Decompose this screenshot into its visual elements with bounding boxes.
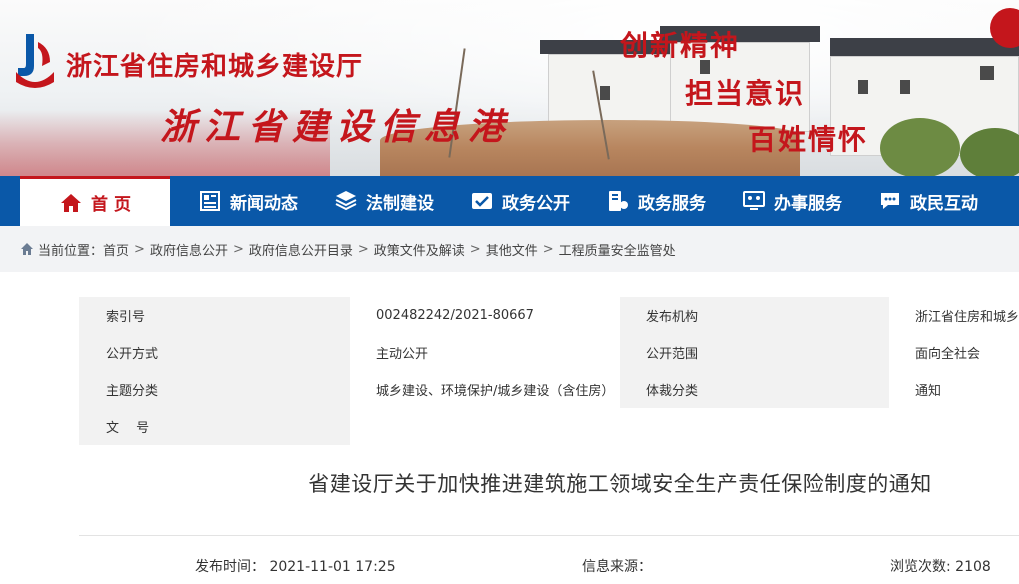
- slogan-innovation: 创新精神: [620, 29, 741, 62]
- nav-item-gov-open[interactable]: 政务公开: [442, 176, 578, 226]
- meta-row: 索引号 002482242/2021-80667 发布机构 浙江省住房和城乡建设…: [79, 297, 1019, 334]
- nav-item-gov-service[interactable]: 政务服务: [578, 176, 714, 226]
- home-icon: [61, 193, 82, 212]
- nav-law-label: 法制建设: [366, 193, 434, 214]
- interaction-icon: [881, 193, 899, 209]
- views-count: 2108: [955, 559, 991, 575]
- slogan-responsibility: 担当意识: [685, 77, 806, 110]
- gov-service-icon: [609, 191, 628, 211]
- breadcrumb-link-quality-dept[interactable]: 工程质量安全监管处: [559, 240, 676, 259]
- org-name: 浙江省住房和城乡建设厅: [66, 52, 364, 82]
- breadcrumb-prefix: 当前位置：: [38, 243, 104, 259]
- office-service-icon: [743, 191, 765, 210]
- breadcrumb-link-gov-info[interactable]: 政府信息公开: [150, 240, 228, 259]
- views-label: 浏览次数:: [890, 559, 951, 575]
- breadcrumb-link-other-docs[interactable]: 其他文件: [486, 240, 538, 259]
- nav-gov-open-label: 政务公开: [502, 193, 570, 214]
- nav-item-office-service[interactable]: 办事服务: [714, 176, 850, 226]
- meta-label-index: 索引号: [79, 297, 350, 334]
- nav-office-service-label: 办事服务: [774, 193, 842, 214]
- meta-value-genre: 通知: [889, 371, 1019, 408]
- meta-value-publisher: 浙江省住房和城乡建设厅: [889, 297, 1019, 334]
- breadcrumb-link-home[interactable]: 首页: [103, 240, 129, 259]
- breadcrumb-link-gov-catalog[interactable]: 政府信息公开目录: [249, 240, 353, 259]
- meta-row: 文 号: [79, 408, 1019, 445]
- meta-row: 公开方式 主动公开 公开范围 面向全社会: [79, 334, 1019, 371]
- nav-item-interaction[interactable]: 政民互动: [850, 176, 986, 226]
- nav-news-label: 新闻动态: [230, 193, 298, 214]
- breadcrumb-home-icon: [21, 243, 33, 255]
- publish-label: 发布时间：: [195, 559, 265, 575]
- meta-label-genre: 体裁分类: [620, 371, 889, 408]
- meta-label-disclosure-mode: 公开方式: [79, 334, 350, 371]
- meta-value-topic: 城乡建设、环境保护/城乡建设（含住房）: [350, 371, 620, 408]
- nav-home-label: 首 页: [91, 195, 131, 215]
- meta-value-doc-number: [350, 408, 1019, 445]
- article-title: 省建设厅关于加快推进建筑施工领域安全生产责任保险制度的通知: [308, 472, 932, 496]
- slogan-people: 百姓情怀: [748, 123, 869, 156]
- meta-value-disclosure-scope: 面向全社会: [889, 334, 1019, 371]
- breadcrumb-separator: >: [357, 241, 369, 257]
- nav-interaction-label: 政民互动: [910, 193, 978, 214]
- source-info: 信息来源：: [582, 556, 652, 576]
- meta-row: 主题分类 城乡建设、环境保护/城乡建设（含住房） 体裁分类 通知: [79, 371, 1019, 408]
- portal-name: 浙江省建设信息港: [160, 106, 513, 148]
- meta-label-doc-number: 文 号: [79, 408, 350, 445]
- publish-info: 发布时间： 2021-11-01 17:25: [195, 556, 396, 576]
- meta-value-index: 002482242/2021-80667: [350, 297, 620, 334]
- nav-item-home[interactable]: 首 页: [20, 176, 170, 226]
- title-divider: [79, 535, 1019, 536]
- news-icon: [200, 191, 220, 211]
- meta-label-topic: 主题分类: [79, 371, 350, 408]
- meta-value-disclosure-mode: 主动公开: [350, 334, 620, 371]
- header-banner: 浙江省住房和城乡建设厅 浙江省建设信息港 创新精神 担当意识 百姓情怀: [0, 0, 1019, 176]
- breadcrumb-link-policy[interactable]: 政策文件及解读: [374, 240, 465, 259]
- source-label: 信息来源：: [582, 559, 652, 575]
- gov-open-icon: [472, 193, 492, 209]
- site-logo[interactable]: [14, 32, 56, 88]
- breadcrumb-separator: >: [134, 241, 145, 257]
- meta-label-publisher: 发布机构: [620, 297, 889, 334]
- main-nav: 首 页 新闻动态 法制建设 政务公开 政务服务 办事服务 政民互动: [0, 176, 1019, 226]
- breadcrumb-separator: >: [232, 241, 244, 257]
- breadcrumb-separator: >: [469, 241, 481, 257]
- document-meta-table: 索引号 002482242/2021-80667 发布机构 浙江省住房和城乡建设…: [79, 297, 1019, 445]
- breadcrumb-separator: >: [542, 241, 554, 257]
- publish-time: 2021-11-01 17:25: [269, 559, 396, 575]
- nav-item-law[interactable]: 法制建设: [306, 176, 442, 226]
- breadcrumb: 当前位置： 首页 > 政府信息公开 > 政府信息公开目录 > 政策文件及解读 >…: [0, 226, 1019, 272]
- nav-item-news[interactable]: 新闻动态: [170, 176, 306, 226]
- views-info: 浏览次数: 2108: [890, 556, 991, 576]
- meta-label-disclosure-scope: 公开范围: [620, 334, 889, 371]
- nav-gov-service-label: 政务服务: [638, 193, 706, 214]
- house-roof: [830, 38, 1019, 56]
- law-icon: [335, 191, 357, 211]
